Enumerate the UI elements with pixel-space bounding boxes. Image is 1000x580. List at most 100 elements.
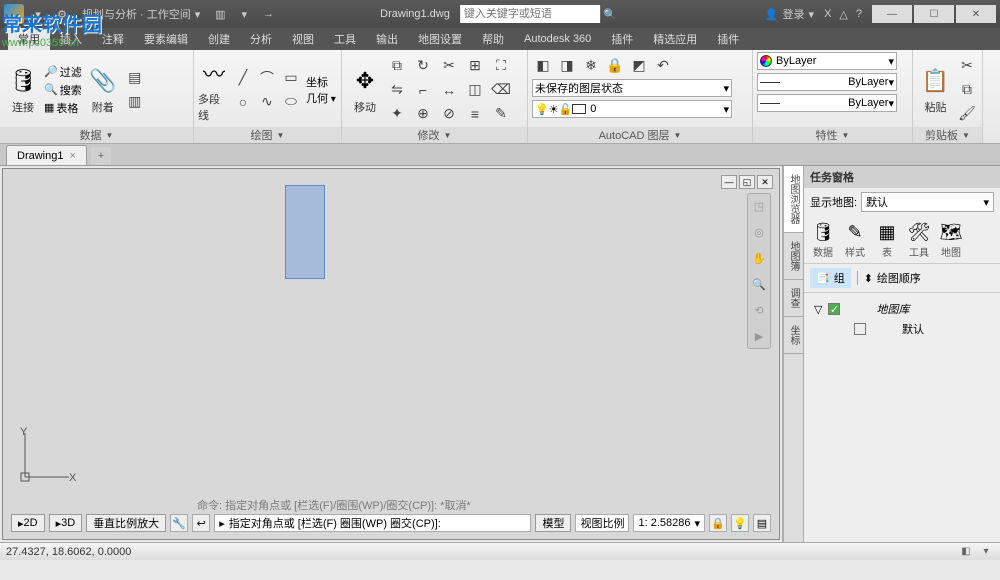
connect-button[interactable]: 🛢连接 [4,65,42,115]
arc-icon[interactable]: ⌒ [256,67,278,89]
paste-button[interactable]: 📋粘贴 [917,65,954,115]
help-icon[interactable]: ? [856,8,862,21]
qat-new-icon[interactable]: ▥ [210,4,230,24]
layer-tool-icon[interactable]: ▤ [124,67,146,89]
drawing-canvas[interactable]: — ◱ ✕ ◳ ◎ ✋ 🔍 ⟲ ▶ YX 命令: 指定对角点或 [栏选(F)/圈… [2,168,780,540]
mirror-icon[interactable]: ⇋ [386,79,408,101]
viewport-close-icon[interactable]: ✕ [757,175,773,189]
polyline-button[interactable]: 〰多段线 [198,57,230,123]
app-icon[interactable] [4,4,24,24]
layer-selector[interactable]: 💡 ☀ 🔓 0▾ [532,100,732,118]
ellipse-icon[interactable]: ⬭ [280,91,302,113]
new-doctab-button[interactable]: + [91,147,111,165]
rotate-icon[interactable]: ↻ [412,55,434,77]
draw-order-button[interactable]: ⬍绘图顺序 [864,270,921,286]
tp-tab-map-explorer[interactable]: 地图浏览器 [784,166,803,233]
spline-icon[interactable]: ∿ [256,91,278,113]
viewport-restore-icon[interactable]: ◱ [739,175,755,189]
linetype-dropdown[interactable]: ByLayer ▾ [757,94,897,112]
exchange-icon[interactable]: X [824,8,831,21]
tp-style-button[interactable]: ✎样式 [840,220,870,259]
erase-icon[interactable]: ⌫ [490,79,512,101]
model-tab[interactable]: 模型 [535,514,571,532]
qat-gear-icon[interactable]: ⚙ [52,4,72,24]
tp-data-button[interactable]: 🛢数据 [808,220,838,259]
tab-mapsetup[interactable]: 地图设置 [408,28,472,50]
qat-arrow-icon[interactable]: → [258,4,278,24]
panel-modify-title[interactable]: 修改▼ [342,127,527,143]
vscale-button[interactable]: 垂直比例放大 [86,514,166,532]
minimize-button[interactable]: — [872,5,912,23]
align-icon[interactable]: ≡ [464,103,486,125]
collapse-icon[interactable]: ▽ [814,303,822,316]
layerprop-icon[interactable]: ◧ [532,54,554,76]
join-icon[interactable]: ⊕ [412,103,434,125]
group-button[interactable]: 📑组 [810,268,851,288]
break-icon[interactable]: ⊘ [438,103,460,125]
cut-icon[interactable]: ✂ [956,55,978,77]
match-icon[interactable]: 🖌 [956,103,978,125]
table-button[interactable]: ▦表格 [44,100,82,116]
explode-icon[interactable]: ✦ [386,103,408,125]
layermatch-icon[interactable]: ◩ [628,54,650,76]
layerfreeze-icon[interactable]: ❄ [580,54,602,76]
tab-output[interactable]: 输出 [366,28,408,50]
tab-help[interactable]: 帮助 [472,28,514,50]
showmotion-icon[interactable]: ▶ [749,326,769,346]
a360-icon[interactable]: △ [839,8,847,21]
rect-icon[interactable]: ▭ [280,67,302,89]
orbit-icon[interactable]: ⟲ [749,300,769,320]
tp-tab-coord[interactable]: 坐标 [784,317,803,354]
panel-draw-title[interactable]: 绘图▼ [194,127,341,143]
binoculars-icon[interactable]: 🔍 [600,4,620,24]
tp-tab-mapbook[interactable]: 地图簿 [784,233,803,280]
mode-2d-button[interactable]: ▸ 2D [11,514,45,532]
wrench-icon[interactable]: 🔧 [170,514,188,532]
tab-create[interactable]: 创建 [198,28,240,50]
color-dropdown[interactable]: ByLayer▾ [757,52,897,70]
status-menu-icon[interactable]: ▤ [753,514,771,532]
tree-default-row[interactable]: 默认 [814,319,990,339]
fillet-icon[interactable]: ⌐ [412,79,434,101]
tp-map-button[interactable]: 🗺地图 [936,220,966,259]
tree-maplib-row[interactable]: ▽ ✓ 地图库 [814,299,990,319]
tab-plugin2[interactable]: 插件 [707,28,749,50]
checkbox-default[interactable] [854,323,866,335]
tab-view[interactable]: 视图 [282,28,324,50]
checkbox-maplib[interactable]: ✓ [828,303,840,315]
layerprev-icon[interactable]: ↶ [652,54,674,76]
panel-data-title[interactable]: 数据▼ [0,127,193,143]
close-tab-icon[interactable]: × [69,150,75,162]
qat-open-icon[interactable]: ▾ [234,4,254,24]
zoom-icon[interactable]: 🔍 [749,274,769,294]
attach-button[interactable]: 📎附着 [84,65,122,115]
mode-3d-button[interactable]: ▸ 3D [49,514,83,532]
tab-feature-edit[interactable]: 要素编辑 [134,28,198,50]
tab-annotate[interactable]: 注释 [92,28,134,50]
move-button[interactable]: ✥移动 [346,65,384,115]
trim-icon[interactable]: ✂ [438,55,460,77]
pan-icon[interactable]: ✋ [749,248,769,268]
layeriso-icon[interactable]: ◨ [556,54,578,76]
array-icon[interactable]: ⊞ [464,55,486,77]
viewport-minimize-icon[interactable]: — [721,175,737,189]
status-lock-icon[interactable]: 🔒 [709,514,727,532]
filter-button[interactable]: 🔎过滤 [44,64,82,80]
status-bulb-icon[interactable]: 💡 [731,514,749,532]
panel-clipboard-title[interactable]: 剪贴板▼ [913,127,982,143]
tab-tools[interactable]: 工具 [324,28,366,50]
stretch-icon[interactable]: ↔ [438,79,460,101]
scale-icon[interactable]: ⛶ [490,55,512,77]
view-scale-label[interactable]: 视图比例 [575,514,629,532]
workspace-selector[interactable]: 规划与分析 · 工作空间 ▾ [76,6,206,22]
viewcube-icon[interactable]: ◳ [749,196,769,216]
view-scale-dropdown[interactable]: 1: 2.58286 ▾ [633,514,705,532]
map-selector-dropdown[interactable]: 默认▾ [861,192,994,212]
tp-tab-survey[interactable]: 调查 [784,280,803,317]
login-button[interactable]: 👤 登录 ▾ [765,6,814,22]
tab-analyze[interactable]: 分析 [240,28,282,50]
tab-featured[interactable]: 精选应用 [643,28,707,50]
lineweight-dropdown[interactable]: ByLayer ▾ [757,73,897,91]
maximize-button[interactable]: ☐ [914,5,954,23]
tp-table-button[interactable]: ▦表 [872,220,902,259]
